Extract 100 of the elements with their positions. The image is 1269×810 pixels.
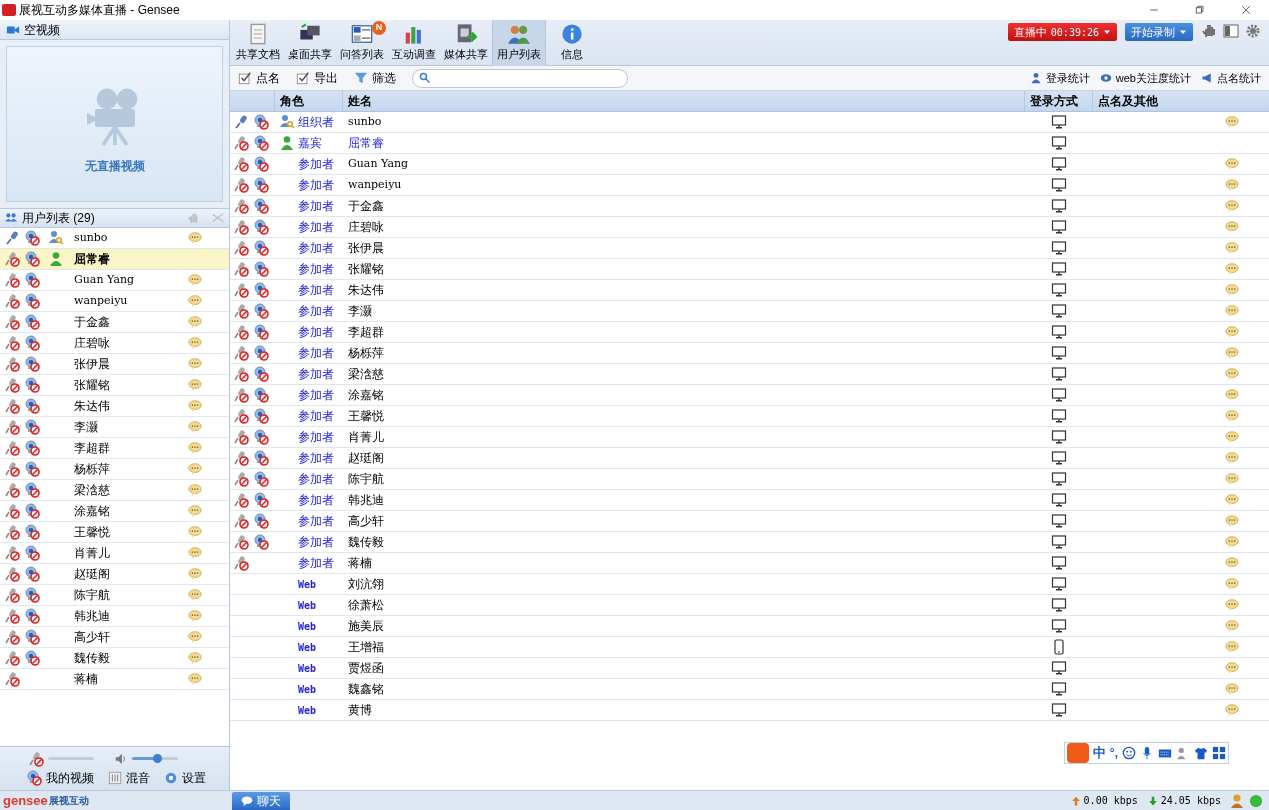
- user-row[interactable]: wanpeiyu: [0, 291, 229, 312]
- user-row[interactable]: 蒋楠: [0, 669, 229, 690]
- ime-mode[interactable]: 中: [1092, 743, 1106, 763]
- user-name: 高少轩: [74, 629, 111, 646]
- name-cell-text: 高少轩: [347, 513, 385, 530]
- user-row[interactable]: 于金鑫: [0, 312, 229, 333]
- column-header[interactable]: 点名及其他: [1093, 91, 1269, 111]
- role-text: 参加者: [298, 240, 334, 257]
- role-text: 参加者: [298, 450, 334, 467]
- role-text: 参加者: [298, 387, 334, 404]
- role-text: 参加者: [298, 492, 334, 509]
- toolbar-button[interactable]: 点名: [238, 69, 280, 87]
- role-text: 参加者: [298, 534, 334, 551]
- speaker-icon: [114, 751, 128, 766]
- panel-button[interactable]: 混音: [108, 768, 150, 787]
- chat-tab[interactable]: 聊天: [232, 791, 290, 810]
- user-name: 魏传毅: [74, 650, 111, 667]
- user-row[interactable]: 李超群: [0, 438, 229, 459]
- user-row[interactable]: 梁浛慈: [0, 480, 229, 501]
- user-row[interactable]: 王馨悦: [0, 522, 229, 543]
- search-field[interactable]: [412, 68, 628, 88]
- muted-microphone-icon: [28, 750, 44, 767]
- panel-button[interactable]: 设置: [164, 768, 206, 787]
- name-cell-text: 朱达伟: [347, 282, 385, 299]
- record-button[interactable]: 开始录制: [1125, 23, 1193, 41]
- toolbar-tab[interactable]: 互动调查: [388, 20, 440, 66]
- name-cell-text: 韩兆迪: [347, 492, 385, 509]
- user-row[interactable]: 张伊晨: [0, 354, 229, 375]
- user-row[interactable]: 屈常睿: [0, 249, 229, 270]
- role-text: Web: [298, 598, 317, 613]
- stats-link[interactable]: web关注度统计: [1099, 69, 1191, 87]
- name-cell-text: 刘沆翎: [347, 576, 385, 593]
- column-header[interactable]: 登录方式: [1025, 91, 1093, 111]
- stats-link[interactable]: 点名统计: [1201, 69, 1261, 87]
- user-icon: [1029, 72, 1042, 84]
- name-cell-text: 王增福: [347, 639, 385, 656]
- user-row[interactable]: 杨栎萍: [0, 459, 229, 480]
- column-header[interactable]: 姓名: [343, 91, 1025, 111]
- name-cell-text: 徐萧松: [347, 597, 385, 614]
- user-row[interactable]: 朱达伟: [0, 396, 229, 417]
- info-icon: [561, 23, 583, 46]
- user-row[interactable]: 李灏: [0, 417, 229, 438]
- user-name: 于金鑫: [74, 314, 111, 331]
- user-row[interactable]: sunbo: [0, 228, 229, 249]
- volume-slider[interactable]: [132, 757, 178, 760]
- ime-punctuation[interactable]: °,: [1109, 744, 1118, 762]
- user-name: 张伊晨: [74, 356, 111, 373]
- user-key-icon: [279, 114, 295, 130]
- user-name: sunbo: [74, 229, 109, 246]
- name-cell-text: 蒋楠: [347, 555, 373, 572]
- chat-icon: [241, 794, 253, 807]
- user-name: 李灏: [74, 419, 99, 436]
- document-icon: [247, 23, 269, 46]
- live-status-button[interactable]: 直播中 00:39:26: [1007, 23, 1117, 41]
- close-icon[interactable]: [1240, 4, 1252, 16]
- user-row[interactable]: 张耀铭: [0, 375, 229, 396]
- column-header[interactable]: 角色: [275, 91, 343, 111]
- upload-arrow-icon: [1070, 795, 1081, 806]
- ime-logo-icon: [1066, 743, 1089, 763]
- panel-title: 用户列表 (29): [22, 210, 95, 227]
- upload-speed: 0.00 kbps: [1083, 794, 1138, 808]
- user-row[interactable]: 韩兆迪: [0, 606, 229, 627]
- name-cell-text: 张伊晨: [347, 240, 385, 257]
- role-text: 参加者: [298, 303, 334, 320]
- user-name: 赵珽阁: [74, 566, 111, 583]
- hand-icon: [1201, 23, 1217, 39]
- user-row[interactable]: 涂嘉铭: [0, 501, 229, 522]
- restore-icon[interactable]: [1194, 4, 1206, 16]
- user-row[interactable]: 赵珽阁: [0, 564, 229, 585]
- notification-badge: N: [372, 21, 386, 35]
- toolbar-tab[interactable]: 信息: [546, 20, 598, 66]
- user-name: 屈常睿: [74, 251, 111, 268]
- funnel-icon: [354, 71, 368, 85]
- user-row[interactable]: 魏传毅: [0, 648, 229, 669]
- role-text: 参加者: [298, 513, 334, 530]
- checkbox-icon: [296, 71, 310, 85]
- panel-button[interactable]: 我的视频: [26, 768, 94, 787]
- user-row[interactable]: Guan Yang: [0, 270, 229, 291]
- camera-off-icon: [26, 769, 42, 786]
- stats-link[interactable]: 登录统计: [1029, 69, 1090, 87]
- user-name: Guan Yang: [74, 271, 136, 288]
- toolbar-button[interactable]: 导出: [296, 69, 338, 87]
- role-text: Web: [298, 703, 317, 718]
- user-row[interactable]: 肖菁儿: [0, 543, 229, 564]
- role-text: 参加者: [298, 408, 334, 425]
- toolbar-tab[interactable]: 共享文档: [232, 20, 284, 66]
- toolbar-tab[interactable]: 用户列表: [492, 20, 546, 66]
- smiley-icon: [1122, 746, 1136, 760]
- brand-logo: gensee: [3, 791, 48, 810]
- user-row[interactable]: 庄碧咏: [0, 333, 229, 354]
- user-row[interactable]: 陈宇航: [0, 585, 229, 606]
- filter-button[interactable]: 筛选: [354, 69, 396, 87]
- user-row[interactable]: 高少轩: [0, 627, 229, 648]
- toolbar-tab[interactable]: 桌面共享: [284, 20, 336, 66]
- role-text: 参加者: [298, 198, 334, 215]
- toolbar-tab[interactable]: 媒体共享: [440, 20, 492, 66]
- name-cell-text: 肖菁儿: [347, 429, 385, 446]
- user-icon: [48, 251, 64, 267]
- users-icon: [508, 23, 530, 46]
- user-name: 韩兆迪: [74, 608, 111, 625]
